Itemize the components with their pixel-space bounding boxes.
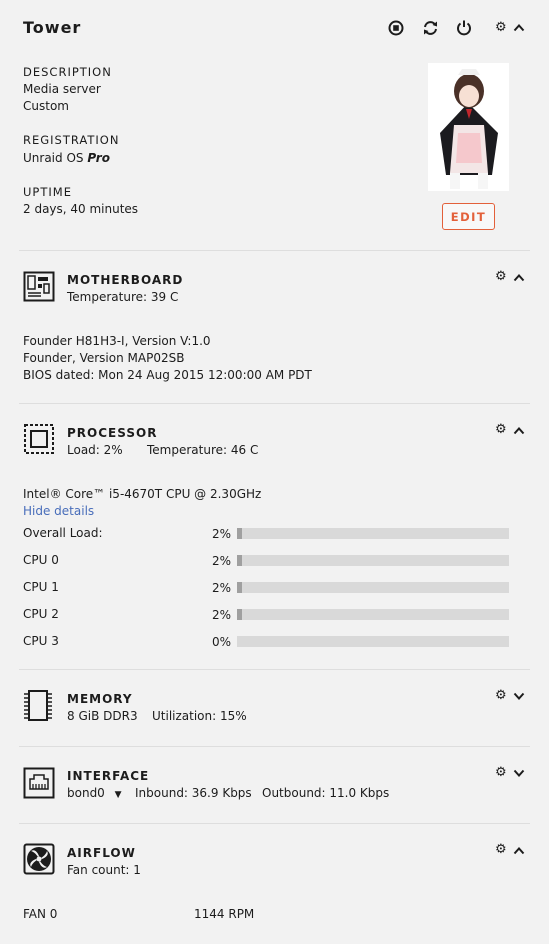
fan-speed: 1144 RPM bbox=[194, 907, 255, 921]
memory-icon bbox=[24, 690, 52, 721]
memory-size: 8 GiB DDR3 bbox=[67, 709, 138, 723]
motherboard-icon bbox=[23, 271, 55, 302]
cpu-row-value: 2% bbox=[211, 554, 231, 568]
gear-icon[interactable]: ⚙ bbox=[495, 20, 507, 35]
motherboard-title: MOTHERBOARD bbox=[67, 273, 184, 287]
gear-icon[interactable]: ⚙ bbox=[495, 269, 507, 284]
gear-icon[interactable]: ⚙ bbox=[495, 842, 507, 857]
registration-edition: Pro bbox=[87, 151, 110, 165]
uptime-label: UPTIME bbox=[23, 185, 72, 199]
registration-label: REGISTRATION bbox=[23, 133, 120, 147]
fan-label: FAN 0 bbox=[23, 907, 58, 921]
edit-button[interactable]: EDIT bbox=[442, 203, 495, 230]
cpu-row-value: 0% bbox=[211, 635, 231, 649]
registration-value: Unraid OS Pro bbox=[23, 151, 110, 165]
cpu-row-value: 2% bbox=[211, 608, 231, 622]
divider bbox=[19, 746, 530, 747]
cpu-row-label: CPU 0 bbox=[23, 553, 59, 567]
stop-array-icon[interactable] bbox=[388, 20, 404, 36]
cpu-load-bar bbox=[237, 582, 509, 593]
interface-selected: bond0 bbox=[67, 786, 105, 800]
uptime-value: 2 days, 40 minutes bbox=[23, 202, 139, 216]
hide-details-link[interactable]: Hide details bbox=[23, 504, 94, 518]
registration-prefix: Unraid OS bbox=[23, 151, 84, 165]
interface-inbound: Inbound: 36.9 Kbps bbox=[135, 786, 252, 800]
motherboard-temperature: Temperature: 39 C bbox=[67, 290, 179, 304]
divider bbox=[19, 250, 530, 251]
cpu-row-value: 2% bbox=[211, 581, 231, 595]
divider bbox=[19, 669, 530, 670]
gear-icon[interactable]: ⚙ bbox=[495, 765, 507, 780]
divider bbox=[19, 823, 530, 824]
cpu-row-label: CPU 1 bbox=[23, 580, 59, 594]
interface-title: INTERFACE bbox=[67, 769, 150, 783]
chevron-up-icon[interactable] bbox=[513, 426, 525, 435]
memory-title: MEMORY bbox=[67, 692, 133, 706]
processor-load: Load: 2% bbox=[67, 443, 123, 457]
bios-date: BIOS dated: Mon 24 Aug 2015 12:00:00 AM … bbox=[23, 368, 312, 382]
chevron-up-icon[interactable] bbox=[513, 846, 525, 855]
chevron-down-icon[interactable] bbox=[513, 692, 525, 701]
cpu-load-bar bbox=[237, 528, 509, 539]
processor-temperature: Temperature: 46 C bbox=[147, 443, 259, 457]
cpu-row-value: 2% bbox=[211, 527, 231, 541]
cpu-load-bar bbox=[237, 555, 509, 566]
cpu-load-bar bbox=[237, 609, 509, 620]
memory-utilization: Utilization: 15% bbox=[152, 709, 247, 723]
cpu-row-label: CPU 2 bbox=[23, 607, 59, 621]
description-label: DESCRIPTION bbox=[23, 65, 112, 79]
motherboard-vendor: Founder, Version MAP02SB bbox=[23, 351, 185, 365]
processor-title: PROCESSOR bbox=[67, 426, 158, 440]
server-image bbox=[428, 63, 509, 191]
gear-icon[interactable]: ⚙ bbox=[495, 422, 507, 437]
chevron-up-icon[interactable] bbox=[513, 273, 525, 282]
cpu-load-fill bbox=[237, 582, 243, 593]
divider bbox=[19, 403, 530, 404]
gear-icon[interactable]: ⚙ bbox=[495, 688, 507, 703]
interface-outbound: Outbound: 11.0 Kbps bbox=[262, 786, 390, 800]
cpu-load-fill bbox=[237, 555, 243, 566]
chevron-down-icon[interactable] bbox=[513, 769, 525, 778]
chevron-up-icon[interactable] bbox=[513, 23, 525, 32]
power-icon[interactable] bbox=[456, 19, 472, 36]
cpu-row-label: Overall Load: bbox=[23, 526, 103, 540]
description-line1: Media server bbox=[23, 82, 101, 96]
reboot-icon[interactable] bbox=[422, 20, 439, 36]
fan-icon bbox=[23, 843, 55, 875]
motherboard-model: Founder H81H3-I, Version V:1.0 bbox=[23, 334, 211, 348]
description-line2: Custom bbox=[23, 99, 69, 113]
interface-select[interactable]: bond0 ▼ bbox=[67, 786, 122, 800]
network-interface-icon bbox=[23, 767, 55, 799]
cpu-load-bar bbox=[237, 636, 509, 647]
cpu-load-fill bbox=[237, 528, 243, 539]
cpu-row-label: CPU 3 bbox=[23, 634, 59, 648]
airflow-title: AIRFLOW bbox=[67, 846, 136, 860]
dropdown-arrow-icon: ▼ bbox=[114, 790, 122, 800]
cpu-model: Intel® Core™ i5-4670T CPU @ 2.30GHz bbox=[23, 487, 262, 501]
server-name: Tower bbox=[23, 18, 82, 37]
cpu-load-fill bbox=[237, 609, 243, 620]
processor-icon bbox=[24, 424, 54, 454]
fan-count: Fan count: 1 bbox=[67, 863, 141, 877]
